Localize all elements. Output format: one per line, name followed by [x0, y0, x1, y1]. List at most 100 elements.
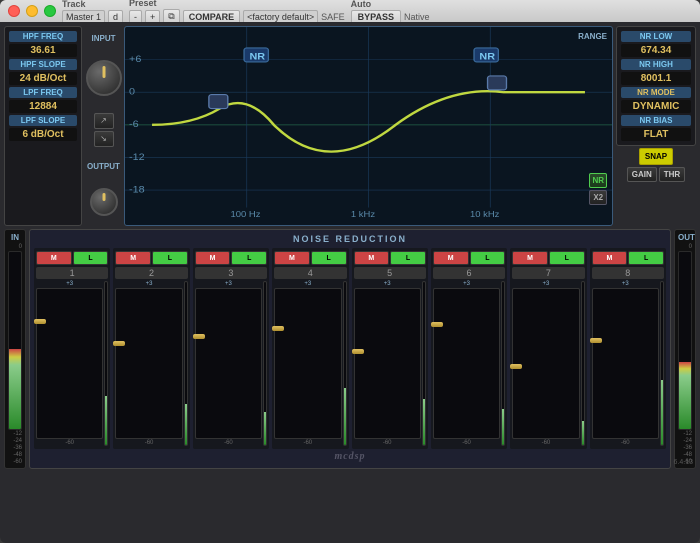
ch5-mute-button[interactable]: M: [354, 251, 390, 265]
nr-high-value[interactable]: 8001.1: [621, 72, 691, 85]
native-label: Native: [404, 12, 430, 22]
plugin-body: HPF FREQ 36.61 HPF SLOPE 24 dB/Oct LPF F…: [0, 22, 700, 543]
ch3-faders: +3 -60: [195, 281, 267, 446]
tool-button-2[interactable]: ↘: [94, 131, 114, 147]
thr-button[interactable]: THR: [659, 167, 685, 182]
ch5-meter-fill: [423, 399, 425, 445]
range-label: RANGE: [578, 32, 607, 41]
ch7-listen-button[interactable]: L: [549, 251, 585, 265]
title-bar-controls: Track Master 1 d Preset - + ⧉ COMPARE <f…: [62, 0, 692, 24]
nr-mode-label: NR MODE: [621, 87, 691, 98]
ch8-number: 8: [592, 267, 664, 279]
ch3-meter-fill: [264, 412, 266, 445]
meter-minus36-mark: -36: [8, 445, 22, 451]
ch7-mute-button[interactable]: M: [512, 251, 548, 265]
channel-3: M L 3 +3 -60: [193, 248, 269, 449]
nr-title: NOISE REDUCTION: [34, 234, 666, 244]
nr-low-label: NR LOW: [621, 31, 691, 42]
ch8-listen-button[interactable]: L: [628, 251, 664, 265]
svg-text:1 kHz: 1 kHz: [351, 209, 375, 218]
ch5-fader-handle[interactable]: [352, 349, 364, 354]
channel-7: M L 7 +3 -60: [510, 248, 586, 449]
nr-bias-label: NR BIAS: [621, 115, 691, 126]
ch4-listen-button[interactable]: L: [311, 251, 347, 265]
ch6-mute-button[interactable]: M: [433, 251, 469, 265]
ch8-fader-handle[interactable]: [590, 338, 602, 343]
logo-text: mcdsp: [334, 451, 365, 462]
ch2-number: 2: [115, 267, 187, 279]
nr-section: NOISE REDUCTION M L 1 +3: [29, 229, 671, 469]
ch8-mute-button[interactable]: M: [592, 251, 628, 265]
ch2-mute-button[interactable]: M: [115, 251, 151, 265]
ch2-listen-button[interactable]: L: [152, 251, 188, 265]
out-label: OUT: [678, 233, 692, 242]
minimize-button[interactable]: [26, 5, 38, 17]
ch6-buttons: M L: [433, 251, 505, 265]
ch6-listen-button[interactable]: L: [470, 251, 506, 265]
hpf-freq-value[interactable]: 36.61: [9, 44, 77, 57]
lpf-freq-value[interactable]: 12884: [9, 100, 77, 113]
ch1-fader-handle[interactable]: [34, 319, 46, 324]
x2-button[interactable]: X2: [589, 190, 607, 205]
meter-minus12-mark: -12: [8, 431, 22, 437]
svg-text:NR: NR: [479, 52, 495, 62]
top-section: HPF FREQ 36.61 HPF SLOPE 24 dB/Oct LPF F…: [4, 26, 696, 226]
ch7-fader-handle[interactable]: [510, 364, 522, 369]
nr-toggle-button[interactable]: NR: [589, 173, 607, 188]
channel-6: M L 6 +3 -60: [431, 248, 507, 449]
hpf-slope-value[interactable]: 24 dB/Oct: [9, 72, 77, 85]
right-panel: NR LOW 674.34 NR HIGH 8001.1 NR MODE DYN…: [616, 26, 696, 146]
plugin-window: Track Master 1 d Preset - + ⧉ COMPARE <f…: [0, 0, 700, 543]
out-minus36-mark: -36: [678, 445, 692, 451]
nr-low-value[interactable]: 674.34: [621, 44, 691, 57]
meter-minus60-mark: -60: [8, 459, 22, 465]
gain-thr-row: GAIN THR: [627, 167, 685, 182]
out-minus12-mark: -12: [678, 431, 692, 437]
ch4-faders: +3 -60: [274, 281, 346, 446]
ch4-number: 4: [274, 267, 346, 279]
gain-button[interactable]: GAIN: [627, 167, 657, 182]
ch4-fader-handle[interactable]: [272, 326, 284, 331]
ch7-meter-fill: [582, 421, 584, 445]
close-button[interactable]: [8, 5, 20, 17]
ch3-number: 3: [195, 267, 267, 279]
input-knob[interactable]: [86, 60, 122, 96]
ch7-faders: +3 -60: [512, 281, 584, 446]
ch4-meter-fill: [344, 388, 346, 445]
out-meter-fill: [679, 362, 691, 429]
ch2-meter-fill: [185, 404, 187, 445]
svg-text:10 kHz: 10 kHz: [470, 209, 499, 218]
svg-text:100 Hz: 100 Hz: [231, 209, 261, 218]
ch3-mute-button[interactable]: M: [195, 251, 231, 265]
preset-section: Preset - + ⧉ COMPARE <factory default> S…: [129, 0, 345, 24]
in-label: IN: [8, 233, 22, 242]
meter-0-mark: 0: [8, 244, 22, 250]
ch4-mute-button[interactable]: M: [274, 251, 310, 265]
snap-button[interactable]: SNAP: [639, 148, 673, 165]
svg-text:-12: -12: [129, 152, 145, 162]
in-meter-track: [8, 251, 22, 430]
out-meter: OUT 0 -12 -24 -36 -48 -60 6.4.13: [674, 229, 696, 469]
ch2-faders: +3 -60: [115, 281, 187, 446]
ch3-fader-handle[interactable]: [193, 334, 205, 339]
ch7-number: 7: [512, 267, 584, 279]
ch2-buttons: M L: [115, 251, 187, 265]
ch2-fader-handle[interactable]: [113, 341, 125, 346]
ch6-fader-handle[interactable]: [431, 322, 443, 327]
meter-minus48-mark: -48: [8, 452, 22, 458]
maximize-button[interactable]: [44, 5, 56, 17]
out-0-mark: 0: [678, 244, 692, 250]
nr-high-label: NR HIGH: [621, 59, 691, 70]
output-knob[interactable]: [90, 188, 118, 216]
track-section: Track Master 1 d: [62, 0, 123, 24]
ch3-listen-button[interactable]: L: [231, 251, 267, 265]
channel-4: M L 4 +3 -60: [272, 248, 348, 449]
svg-text:-18: -18: [129, 185, 145, 195]
tool-button-1[interactable]: ↗: [94, 113, 114, 129]
ch1-listen-button[interactable]: L: [73, 251, 109, 265]
nr-bias-value[interactable]: FLAT: [621, 128, 691, 141]
ch1-mute-button[interactable]: M: [36, 251, 72, 265]
nr-mode-value[interactable]: DYNAMIC: [621, 100, 691, 113]
lpf-slope-value[interactable]: 6 dB/Oct: [9, 128, 77, 141]
ch5-listen-button[interactable]: L: [390, 251, 426, 265]
